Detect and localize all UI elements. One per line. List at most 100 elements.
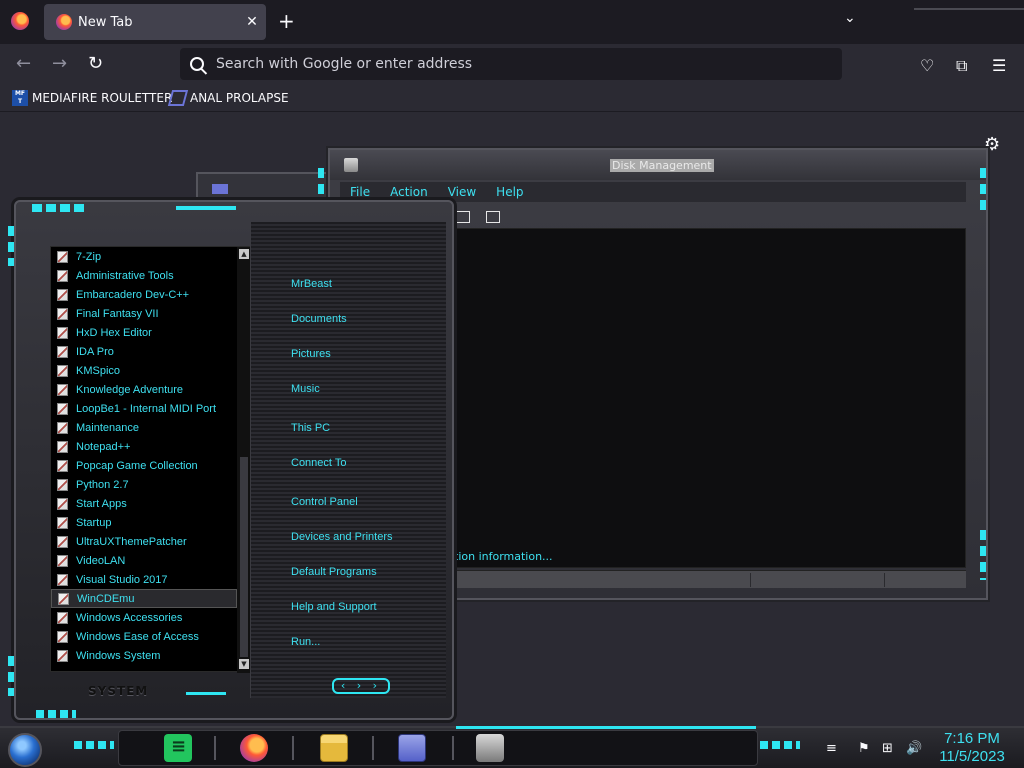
program-list-item[interactable]: KMSpico xyxy=(51,361,237,380)
list-all-tabs-button[interactable]: ⌄ xyxy=(844,10,856,26)
menu-icon[interactable]: ☰ xyxy=(992,56,1006,75)
toolbar-view-icon[interactable] xyxy=(456,211,470,223)
program-folder-icon xyxy=(57,345,68,358)
program-list-item[interactable]: Startup xyxy=(51,513,237,532)
disk-management-icon[interactable] xyxy=(398,734,426,762)
scroll-thumb[interactable] xyxy=(240,457,248,657)
pocket-icon[interactable]: ♡ xyxy=(920,56,934,75)
status-text: tion information... xyxy=(454,550,553,563)
program-list-item[interactable]: 7-Zip xyxy=(51,247,237,266)
program-folder-icon xyxy=(57,535,68,548)
program-list-item[interactable]: HxD Hex Editor xyxy=(51,323,237,342)
program-list-item[interactable]: LoopBe1 - Internal MIDI Port xyxy=(51,399,237,418)
new-tab-button[interactable]: + xyxy=(278,10,295,32)
file-explorer-icon[interactable] xyxy=(320,734,348,762)
program-folder-icon xyxy=(57,459,68,472)
bookmark-label: MEDIAFIRE ROULETTER xyxy=(32,91,173,105)
program-folder-icon xyxy=(57,307,68,320)
menu-view[interactable]: View xyxy=(448,185,476,199)
program-list-item[interactable]: Windows Ease of Access xyxy=(51,627,237,646)
start-link-mrbeast[interactable]: MrBeast xyxy=(291,278,332,290)
program-scrollbar[interactable]: ▲ ▼ xyxy=(237,247,251,673)
start-link-run[interactable]: Run... xyxy=(291,636,320,648)
program-list-item[interactable]: Windows Accessories xyxy=(51,608,237,627)
network-icon[interactable]: ⊞ xyxy=(882,741,893,756)
program-label: Popcap Game Collection xyxy=(76,459,198,472)
program-list-item[interactable]: Start Apps xyxy=(51,494,237,513)
back-button[interactable]: ← xyxy=(16,54,31,74)
start-menu-nav-button[interactable]: ‹ › › xyxy=(332,678,390,694)
start-link-devices-and-printers[interactable]: Devices and Printers xyxy=(291,531,393,543)
scroll-up-icon[interactable]: ▲ xyxy=(239,249,249,259)
program-list-item[interactable]: Knowledge Adventure xyxy=(51,380,237,399)
menu-help[interactable]: Help xyxy=(496,185,523,199)
start-link-default-programs[interactable]: Default Programs xyxy=(291,566,377,578)
program-label: Windows Accessories xyxy=(76,611,183,624)
program-folder-icon xyxy=(57,440,68,453)
action-center-flag-icon[interactable]: ⚑ xyxy=(858,741,870,756)
search-icon xyxy=(190,57,204,71)
bookmark-second[interactable]: ANAL PROLAPSE xyxy=(167,90,289,106)
all-programs-panel: 7-Zip Administrative Tools Embarcadero Dev… xyxy=(50,246,251,673)
start-link-help-and-support[interactable]: Help and Support xyxy=(291,601,377,613)
url-bar[interactable] xyxy=(180,48,842,80)
firefox-app-icon[interactable] xyxy=(240,734,268,762)
program-list-item[interactable]: IDA Pro xyxy=(51,342,237,361)
program-label: Notepad++ xyxy=(76,440,131,453)
program-label: IDA Pro xyxy=(76,345,114,358)
start-menu-links-panel: MrBeast Documents Pictures Music This PC Conn… xyxy=(250,222,446,698)
program-folder-icon xyxy=(57,269,68,282)
tab-title: New Tab xyxy=(78,14,133,30)
program-list-item[interactable]: Notepad++ xyxy=(51,437,237,456)
start-link-pictures[interactable]: Pictures xyxy=(291,348,331,360)
program-label: HxD Hex Editor xyxy=(76,326,152,339)
system-clock[interactable]: 7:16 PM 11/5/2023 xyxy=(930,730,1014,766)
tab-close-icon[interactable]: ✕ xyxy=(238,14,266,30)
show-desktop-icon[interactable]: ≡ xyxy=(826,741,837,756)
program-list-item[interactable]: Python 2.7 xyxy=(51,475,237,494)
start-link-control-panel[interactable]: Control Panel xyxy=(291,496,358,508)
tab-new-tab[interactable]: New Tab ✕ xyxy=(44,4,266,40)
start-link-documents[interactable]: Documents xyxy=(291,313,347,325)
start-link-this-pc[interactable]: This PC xyxy=(291,422,330,434)
program-list-item[interactable]: WinCDEmu xyxy=(51,589,237,608)
extensions-icon[interactable]: ⧉ xyxy=(956,56,967,76)
frame-accent xyxy=(176,206,236,210)
toolbar-properties-icon[interactable] xyxy=(486,211,500,223)
volume-icon[interactable]: 🔊 xyxy=(906,741,922,756)
program-label: Embarcadero Dev-C++ xyxy=(76,288,190,301)
start-link-connect-to[interactable]: Connect To xyxy=(291,457,346,469)
navigation-bar: ← → ↻ ♡ ⧉ ☰ xyxy=(0,44,1024,86)
program-list-item[interactable]: Embarcadero Dev-C++ xyxy=(51,285,237,304)
reload-button[interactable]: ↻ xyxy=(88,54,103,74)
frame-accent xyxy=(318,168,324,198)
program-list-item[interactable]: UltraUXThemePatcher xyxy=(51,532,237,551)
start-link-music[interactable]: Music xyxy=(291,383,320,395)
program-list-item[interactable]: Final Fantasy VII xyxy=(51,304,237,323)
program-list-item[interactable]: Visual Studio 2017 xyxy=(51,570,237,589)
scroll-down-icon[interactable]: ▼ xyxy=(239,659,249,669)
program-folder-icon xyxy=(57,573,68,586)
start-menu: 7-Zip Administrative Tools Embarcadero Dev… xyxy=(14,200,454,720)
program-list: 7-Zip Administrative Tools Embarcadero Dev… xyxy=(51,247,237,673)
start-button[interactable] xyxy=(8,733,42,767)
program-label: LoopBe1 - Internal MIDI Port xyxy=(76,402,217,415)
program-list-item[interactable]: Windows System xyxy=(51,646,237,665)
bookmark-mediafire[interactable]: MF T MEDIAFIRE ROULETTER xyxy=(12,90,172,106)
program-folder-icon xyxy=(57,288,68,301)
program-list-item[interactable]: Maintenance xyxy=(51,418,237,437)
url-input[interactable] xyxy=(216,56,776,72)
menu-action[interactable]: Action xyxy=(390,185,428,199)
window-titlebar[interactable]: Disk Management xyxy=(330,150,986,180)
menu-file[interactable]: File xyxy=(350,185,370,199)
program-list-item[interactable]: VideoLAN xyxy=(51,551,237,570)
taskbar: ≡ ⚑ ⊞ 🔊 7:16 PM 11/5/2023 xyxy=(0,726,1024,768)
notes-app-icon[interactable] xyxy=(164,734,192,762)
forward-button[interactable]: → xyxy=(52,54,67,74)
program-label: VideoLAN xyxy=(76,554,126,567)
program-list-item[interactable]: Administrative Tools xyxy=(51,266,237,285)
program-list-item[interactable]: Popcap Game Collection xyxy=(51,456,237,475)
installer-icon[interactable] xyxy=(476,734,504,762)
program-label: Visual Studio 2017 xyxy=(76,573,168,586)
frame-accent xyxy=(760,741,800,749)
